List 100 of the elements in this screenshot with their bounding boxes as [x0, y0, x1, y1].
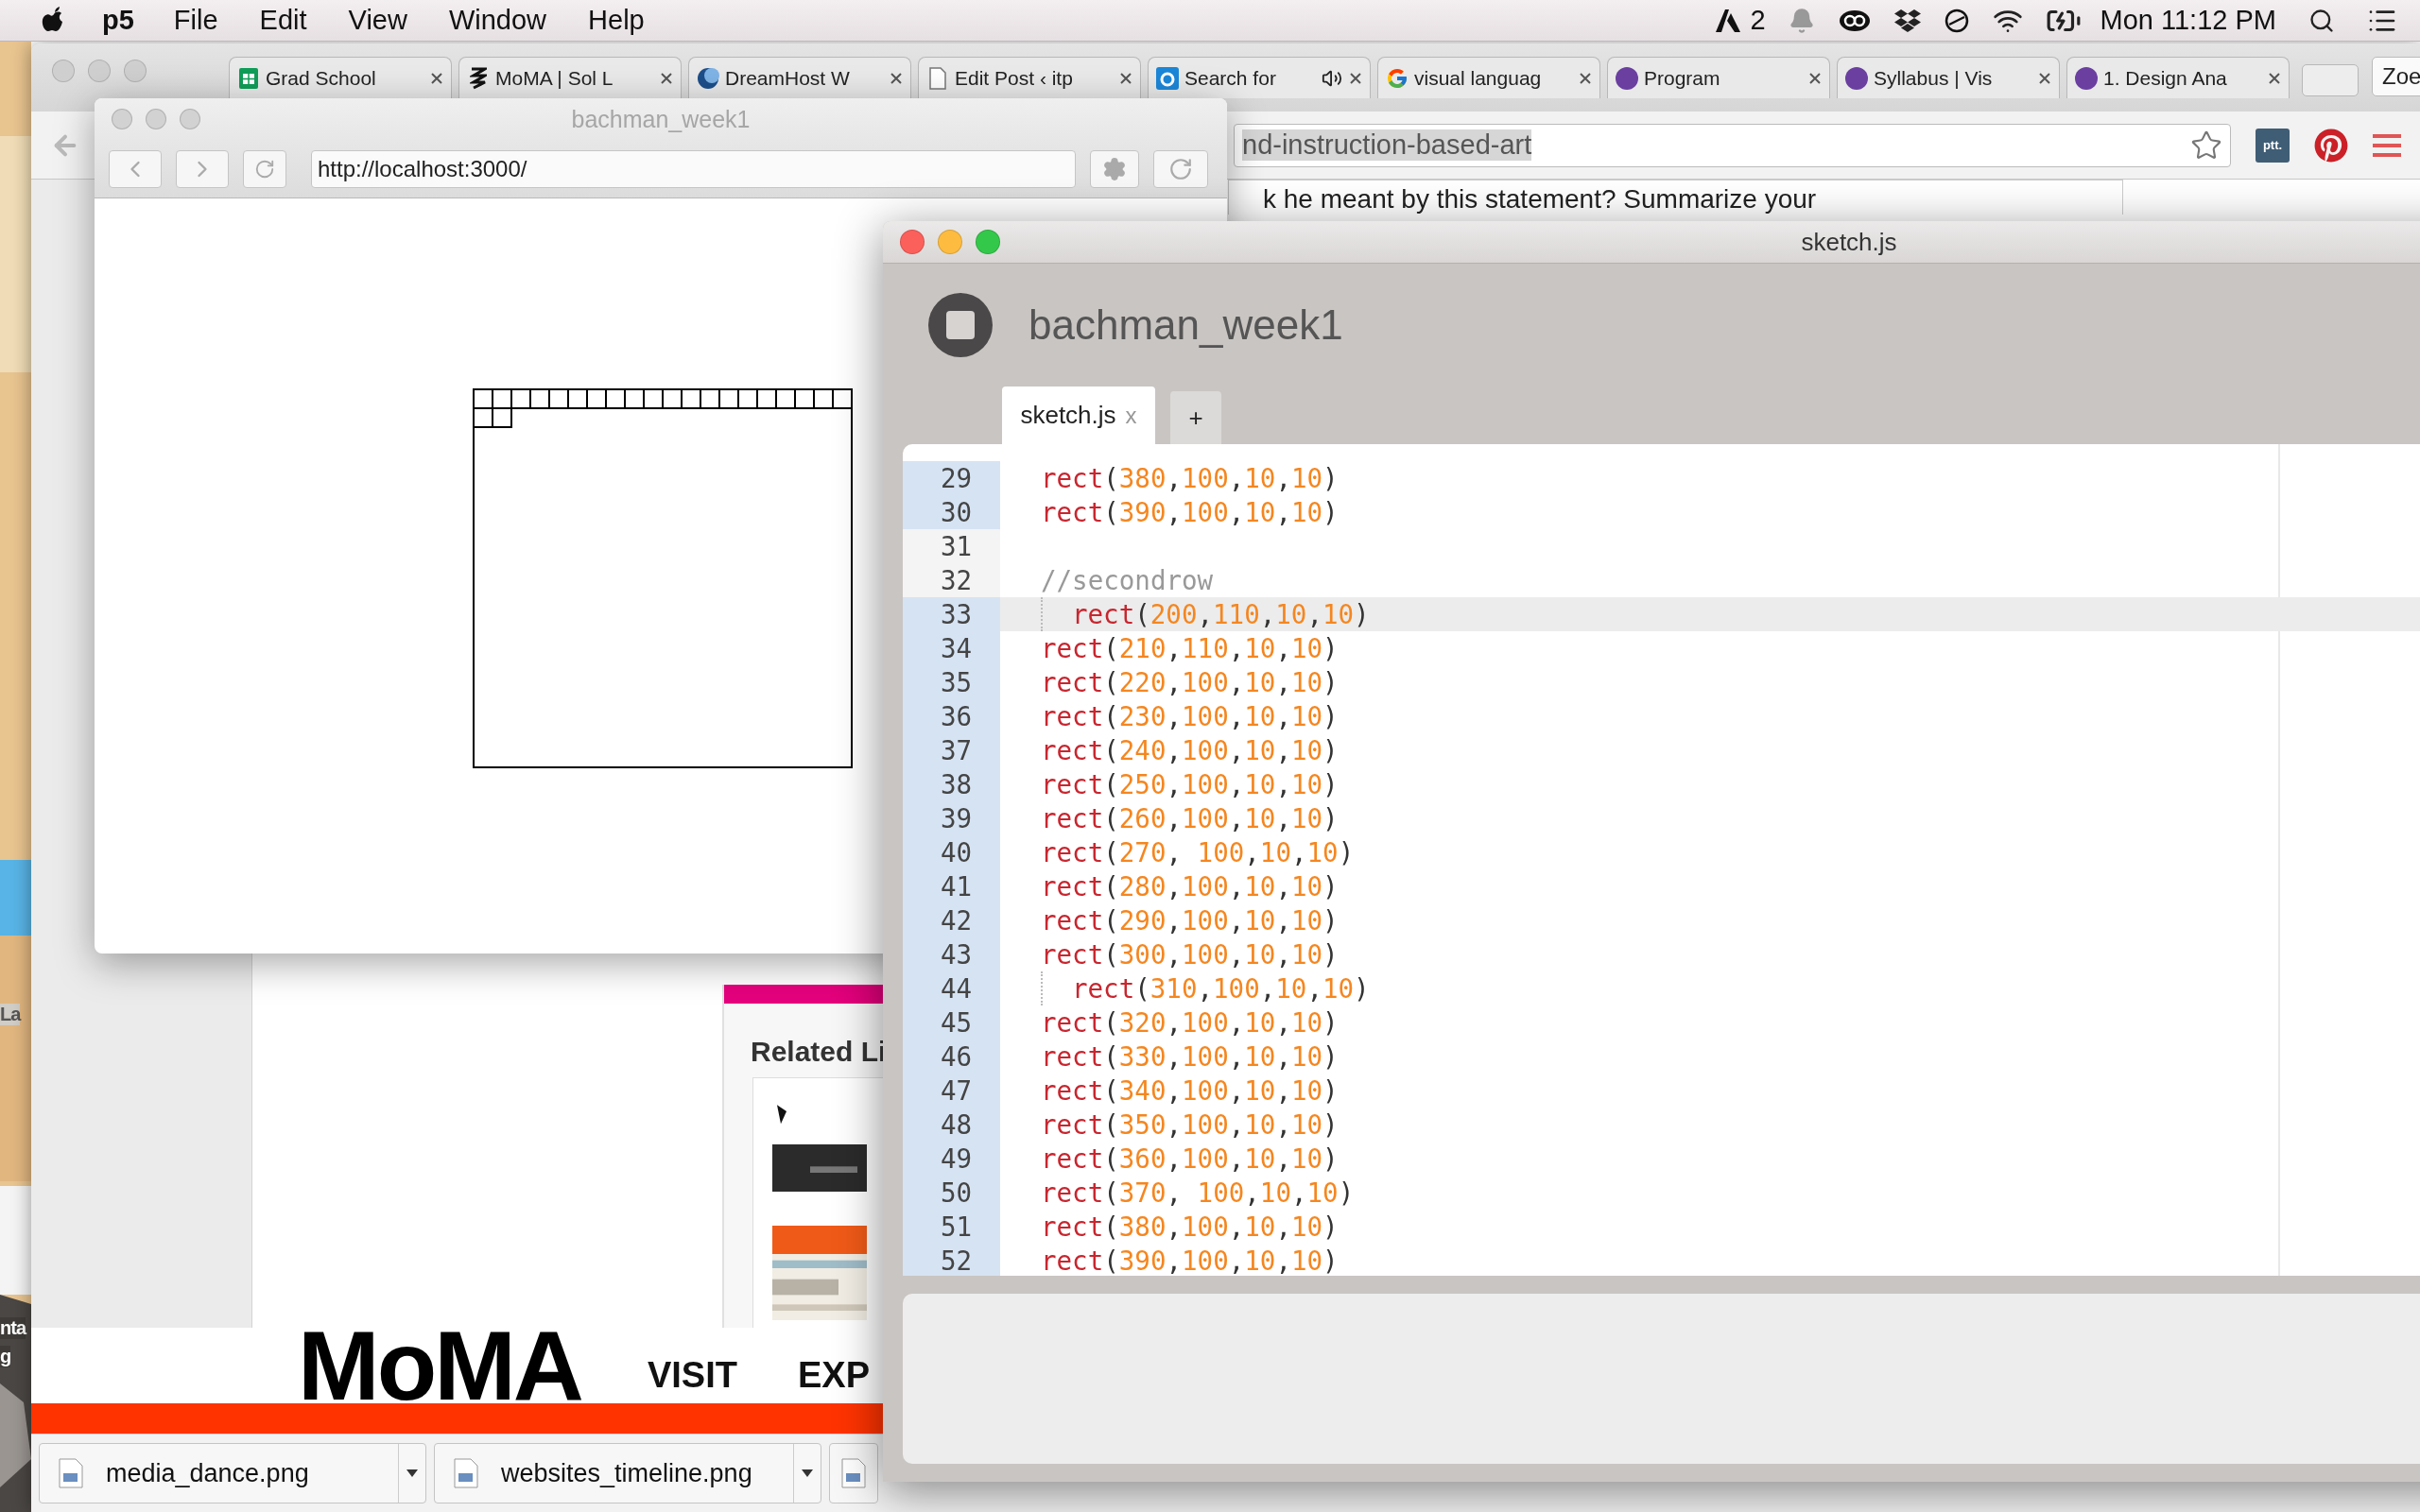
- code-line: rect(200,110,10,10): [1072, 598, 1370, 631]
- circle-icon: [2075, 66, 2098, 90]
- window-title: sketch.js: [1800, 227, 1898, 257]
- profile-button[interactable]: Zoe: [2372, 57, 2420, 96]
- file-icon: [59, 1458, 83, 1488]
- file-tab[interactable]: sketch.js x: [1002, 387, 1155, 444]
- zigzag-icon: [467, 66, 490, 90]
- close-icon[interactable]: [660, 71, 673, 85]
- menu-item[interactable]: Edit: [259, 5, 307, 36]
- rings-icon[interactable]: [1837, 8, 1872, 33]
- browser-tab[interactable]: 1. Design Ana: [2066, 57, 2290, 98]
- browser-tab[interactable]: Edit Post ‹ itp: [918, 57, 1141, 98]
- code-line: rect(380,100,10,10): [1041, 462, 1339, 495]
- close-icon[interactable]: [890, 71, 903, 85]
- download-item[interactable]: websites_timeline.png: [434, 1443, 821, 1503]
- close-icon[interactable]: [1349, 71, 1362, 85]
- download-item[interactable]: media_dance.png: [39, 1443, 426, 1503]
- code-line: rect(340,100,10,10): [1041, 1074, 1339, 1108]
- code-line: rect(220,100,10,10): [1041, 666, 1339, 699]
- menu-item[interactable]: View: [348, 5, 407, 36]
- code-line: rect(290,100,10,10): [1041, 904, 1339, 937]
- line-number: 38: [903, 767, 1000, 801]
- close-button[interactable]: [900, 230, 925, 254]
- line-number: 31: [903, 529, 1000, 563]
- line-number: 40: [903, 835, 1000, 869]
- nav-link[interactable]: EXP: [797, 1347, 870, 1403]
- browser-tab[interactable]: DreamHost W: [688, 57, 911, 98]
- close-icon[interactable]: [1808, 71, 1822, 85]
- menu-icon[interactable]: [2373, 132, 2401, 158]
- circle-icon: [1845, 66, 1868, 90]
- letter-p-icon[interactable]: [2314, 128, 2348, 163]
- open-box-icon[interactable]: [1893, 7, 1921, 34]
- browser-tab[interactable]: Syllabus | Vis: [1837, 57, 2060, 98]
- browser-tab[interactable]: Grad School: [229, 57, 452, 98]
- circle-icon: [1616, 66, 1638, 90]
- line-number: 32: [903, 563, 1000, 597]
- download-item[interactable]: [829, 1443, 878, 1503]
- line-number: 48: [903, 1108, 1000, 1142]
- code-line: rect(320,100,10,10): [1041, 1006, 1339, 1040]
- extension-button[interactable]: ptt.: [2256, 128, 2290, 163]
- app-icon: [1156, 66, 1179, 90]
- browser-tab[interactable]: Search for: [1148, 57, 1371, 98]
- add-tab-button[interactable]: +: [1170, 391, 1221, 444]
- line-number: 36: [903, 699, 1000, 733]
- moon-icon: [697, 66, 719, 90]
- slashed-circle-icon[interactable]: [1943, 7, 1970, 34]
- address-bar[interactable]: nd-instruction-based-art: [1234, 123, 2231, 167]
- app-menu[interactable]: p5: [102, 5, 134, 36]
- close-icon[interactable]: [2268, 71, 2281, 85]
- line-number: 46: [903, 1040, 1000, 1074]
- close-icon[interactable]: [1579, 71, 1592, 85]
- code-line: rect(260,100,10,10): [1041, 802, 1339, 835]
- line-number: 39: [903, 801, 1000, 835]
- line-number: 49: [903, 1142, 1000, 1176]
- code-line: rect(240,100,10,10): [1041, 734, 1339, 767]
- line-number: 45: [903, 1005, 1000, 1040]
- code-line: rect(330,100,10,10): [1041, 1040, 1339, 1074]
- code-line: rect(380,100,10,10): [1041, 1211, 1339, 1244]
- close-icon[interactable]: [1119, 71, 1132, 85]
- browser-tab[interactable]: visual languag: [1377, 57, 1600, 98]
- line-number: 35: [903, 665, 1000, 699]
- site-logo[interactable]: MoMA: [298, 1328, 581, 1403]
- menu-item[interactable]: Window: [448, 5, 547, 36]
- answer-box[interactable]: k he meant by this statement? Summarize your: [1228, 180, 2123, 215]
- badge-count: 2: [1750, 5, 1766, 36]
- line-number: 44: [903, 971, 1000, 1005]
- browser-tab[interactable]: MoMA | Sol L: [458, 57, 682, 98]
- close-icon[interactable]: [2038, 71, 2051, 85]
- line-number: 33: [903, 597, 1000, 631]
- code-line: rect(300,100,10,10): [1041, 938, 1339, 971]
- gear-icon: [1102, 156, 1127, 181]
- code-line: rect(210,110,10,10): [1041, 632, 1339, 665]
- star-icon[interactable]: [2190, 129, 2222, 162]
- close-icon[interactable]: [430, 71, 443, 85]
- file-icon: [841, 1458, 866, 1488]
- code-line: rect(390,100,10,10): [1041, 1245, 1339, 1276]
- nav-link[interactable]: VISIT: [647, 1347, 737, 1403]
- code-line: rect(230,100,10,10): [1041, 700, 1339, 733]
- line-number: 51: [903, 1210, 1000, 1244]
- clock[interactable]: Mon 11:12 PM: [2100, 5, 2276, 36]
- line-number: 42: [903, 903, 1000, 937]
- code-line: rect(250,100,10,10): [1041, 768, 1339, 801]
- menu-item[interactable]: Help: [588, 5, 645, 36]
- line-number: 29: [903, 461, 1000, 495]
- page-icon: [926, 66, 949, 90]
- reload-icon: [1168, 156, 1193, 181]
- code-editor[interactable]: [903, 444, 2420, 1276]
- search-icon[interactable]: [2308, 7, 2335, 34]
- line-number: 37: [903, 733, 1000, 767]
- line-number: 50: [903, 1176, 1000, 1210]
- browser-tab[interactable]: Program: [1607, 57, 1830, 98]
- menu-item[interactable]: File: [173, 5, 218, 36]
- code-line: rect(310,100,10,10): [1072, 972, 1370, 1005]
- reload-icon: [254, 158, 275, 180]
- line-number: 30: [903, 495, 1000, 529]
- file-icon: [454, 1458, 478, 1488]
- window-title: bachman_week1: [570, 105, 752, 133]
- line-number: 43: [903, 937, 1000, 971]
- url-field[interactable]: http://localhost:3000/: [311, 149, 1076, 188]
- desktop-label: nta: [0, 1317, 26, 1339]
